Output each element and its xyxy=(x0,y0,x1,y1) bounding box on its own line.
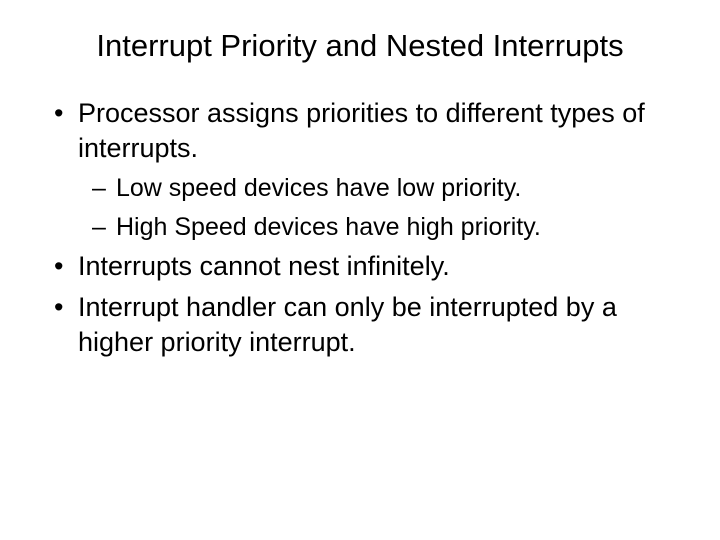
sub-bullet-item: – Low speed devices have low priority. xyxy=(92,172,680,205)
sub-bullet-item: – High Speed devices have high priority. xyxy=(92,211,680,244)
bullet-text: Interrupt handler can only be interrupte… xyxy=(78,290,680,360)
bullet-icon: • xyxy=(50,249,78,284)
bullet-item: • Processor assigns priorities to differ… xyxy=(50,96,680,166)
bullet-text: Interrupts cannot nest infinitely. xyxy=(78,249,680,284)
bullet-item: • Interrupts cannot nest infinitely. xyxy=(50,249,680,284)
bullet-icon: • xyxy=(50,290,78,325)
slide-title: Interrupt Priority and Nested Interrupts xyxy=(40,28,680,64)
sub-bullet-text: Low speed devices have low priority. xyxy=(116,172,680,205)
slide-content: • Processor assigns priorities to differ… xyxy=(40,96,680,360)
dash-icon: – xyxy=(92,211,116,244)
bullet-text: Processor assigns priorities to differen… xyxy=(78,96,680,166)
dash-icon: – xyxy=(92,172,116,205)
slide: Interrupt Priority and Nested Interrupts… xyxy=(0,0,720,540)
sub-bullet-text: High Speed devices have high priority. xyxy=(116,211,680,244)
bullet-item: • Interrupt handler can only be interrup… xyxy=(50,290,680,360)
bullet-icon: • xyxy=(50,96,78,131)
